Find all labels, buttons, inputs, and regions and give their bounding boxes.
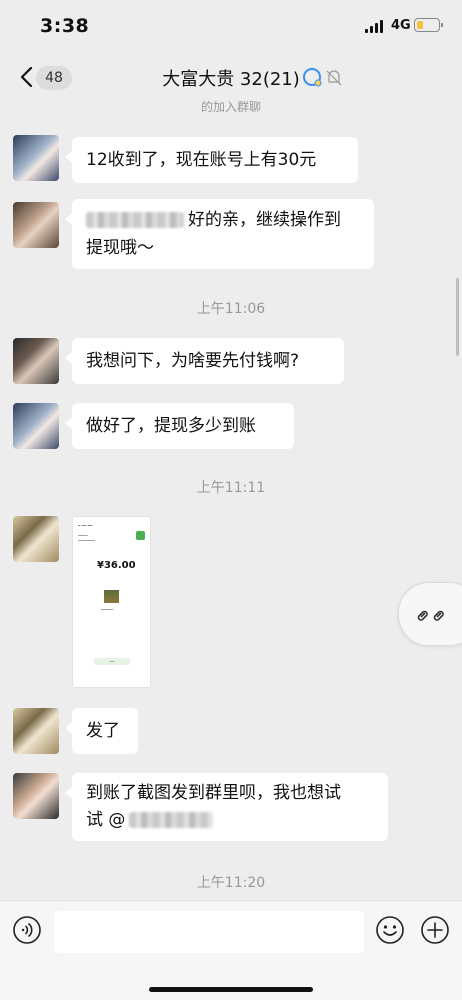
message-bubble[interactable]: 我想问下，为啥要先付钱啊? [65,338,344,384]
avatar[interactable] [13,516,59,562]
timestamp: 上午11:06 [196,301,266,317]
avatar[interactable] [13,202,59,248]
signal-icon [365,19,385,33]
avatar[interactable] [13,135,59,181]
image-amount: ¥36.00 [97,560,136,571]
image-button: ━━ [94,658,130,665]
status-bar: 3:38 4G [0,0,462,52]
image-header-line: ━ ━━ ━━ [78,523,93,528]
scrollbar[interactable] [456,278,459,356]
emoji-button[interactable] [375,915,405,945]
chat-header: 48 大富大贵 32(21) [0,52,462,102]
message-input[interactable] [54,911,364,953]
floating-link-button[interactable] [398,582,462,646]
redacted-mention [86,212,184,228]
image-product-thumbnail [104,590,119,603]
chat-bubble-icon [303,68,322,87]
message-text: 好的亲，继续操作到 [188,210,341,230]
message-bubble[interactable]: 12收到了，现在账号上有30元 [65,137,358,183]
timestamp: 上午11:20 [196,875,266,891]
home-indicator [149,987,313,992]
message-text: 提现哦～ [86,238,154,258]
title-icons [302,66,346,88]
message-bubble[interactable]: 到账了截图发到群里呗，我也想试 试 @ [65,773,388,841]
message-bubble[interactable]: 发了 [65,708,138,754]
status-time: 3:38 [40,15,90,37]
wechat-icon [136,531,145,540]
avatar[interactable] [13,338,59,384]
plus-button[interactable] [420,915,450,945]
mute-bell-icon [326,70,342,86]
timestamp: 上午11:11 [196,480,266,496]
message-text: 试 @ [86,810,126,830]
battery-icon [414,18,443,32]
emoji-icon [376,916,404,944]
link-icon [417,610,444,621]
chat-title: 大富大贵 32(21) [162,69,300,90]
system-notice: 的加入群聊 [200,100,261,112]
avatar[interactable] [13,403,59,449]
redacted-mention [129,812,214,828]
message-text: 我想问下，为啥要先付钱啊? [86,351,300,371]
network-label: 4G [391,18,411,33]
voice-icon [13,916,41,944]
avatar[interactable] [13,708,59,754]
message-text: 发了 [86,721,120,741]
voice-button[interactable] [12,915,42,945]
message-text: 做好了，提现多少到账 [86,416,256,436]
plus-icon [421,916,449,944]
message-text: 到账了截图发到群里呗，我也想试 [86,783,341,803]
message-bubble[interactable]: 做好了，提现多少到账 [65,403,294,449]
image-text-line: ━━━━━━━ [78,538,95,543]
image-text-line: ━━━━━ [101,607,114,612]
input-bar [0,900,462,1000]
avatar[interactable] [13,773,59,819]
message-text: 12收到了，现在账号上有30元 [86,150,317,170]
image-message-thumbnail[interactable]: ━ ━━ ━━ ━━━━ ━━━━━━━ ¥36.00 ━━━━━ ━━ [72,516,151,688]
message-bubble[interactable]: 好的亲，继续操作到 提现哦～ [65,199,374,269]
